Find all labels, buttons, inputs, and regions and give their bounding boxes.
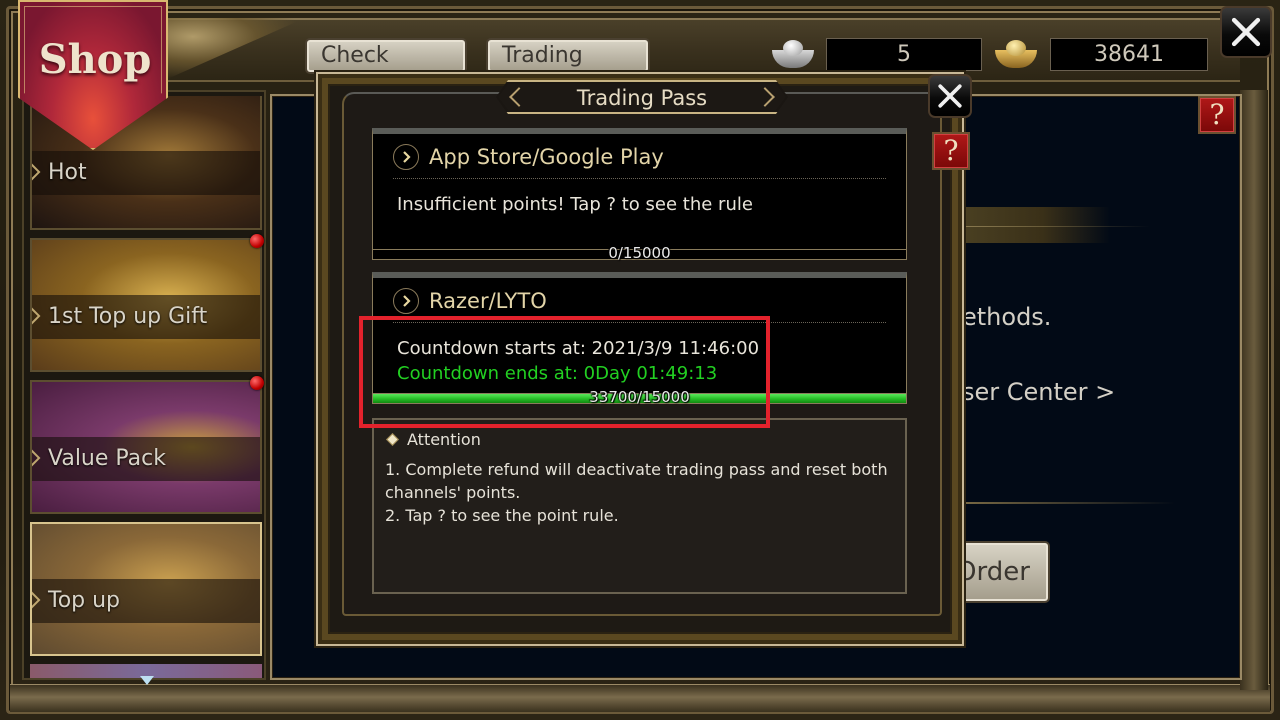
sidebar-item-first-top-up-gift[interactable]: 1st Top up Gift: [30, 238, 262, 372]
shop-help-button[interactable]: ?: [1198, 96, 1236, 134]
sidebar-item-label: Value Pack: [48, 446, 167, 471]
attention-body: 1. Complete refund will deactivate tradi…: [385, 458, 895, 527]
modal-close-button[interactable]: [928, 74, 972, 118]
diamond-bullet-icon: [386, 433, 399, 446]
bg-divider: [960, 502, 1175, 504]
shop-title: Shop: [38, 36, 152, 83]
sidebar-item-value-pack[interactable]: Value Pack: [30, 380, 262, 514]
progress-label: 0/15000: [608, 244, 671, 262]
right-frame-edge: [1240, 90, 1268, 690]
attention-title: Attention: [407, 430, 481, 449]
modal-title: Trading Pass: [576, 86, 708, 110]
channel-message: Insufficient points! Tap ? to see the ru…: [397, 194, 753, 215]
channel-separator: [393, 322, 886, 323]
gold-currency-value: 38641: [1050, 38, 1208, 71]
tab-check-order[interactable]: Check Order: [305, 38, 467, 100]
footer-bar: [10, 684, 1270, 712]
attention-box: Attention 1. Complete refund will deacti…: [372, 418, 907, 594]
sidebar-item-label: Hot: [48, 160, 87, 185]
close-icon: [938, 84, 962, 108]
channel-card-razer: Razer/LYTO Countdown starts at: 2021/3/9…: [372, 272, 907, 406]
channel-card-app-store: App Store/Google Play Insufficient point…: [372, 128, 907, 262]
progress-label: 33700/15000: [589, 388, 690, 406]
notification-badge: [250, 234, 264, 248]
countdown-start-text: Countdown starts at: 2021/3/9 11:46:00: [397, 338, 760, 359]
progress-bar-razer: 33700/15000: [373, 388, 906, 406]
sidebar-item-label: Top up: [48, 588, 121, 613]
chevron-right-icon: [393, 144, 419, 170]
attention-line: 1. Complete refund will deactivate tradi…: [385, 460, 888, 502]
silver-ingot-icon: [770, 38, 816, 70]
bg-section-header: [960, 207, 1110, 243]
channel-title: App Store/Google Play: [429, 145, 664, 169]
progress-bar-app-store: 0/15000: [373, 244, 906, 262]
scroll-down-arrow-icon[interactable]: [140, 676, 154, 685]
shop-sidebar: Hot 1st Top up Gift Value Pack Top up: [22, 90, 266, 685]
channel-title: Razer/LYTO: [429, 289, 547, 313]
tab-trading-pass[interactable]: Trading Pass: [486, 38, 650, 100]
modal-title-bar: Trading Pass: [496, 80, 788, 114]
chevron-right-icon: [393, 288, 419, 314]
sidebar-item-top-up[interactable]: Top up: [30, 522, 262, 656]
attention-line: 2. Tap ? to see the point rule.: [385, 506, 619, 525]
silver-currency-value: 5: [826, 38, 982, 71]
channel-separator: [393, 178, 886, 179]
bg-section-line: [960, 226, 1150, 227]
shop-close-button[interactable]: [1220, 6, 1272, 58]
sidebar-item-label: 1st Top up Gift: [48, 304, 208, 329]
gold-ingot-icon: [993, 38, 1039, 70]
close-icon: [1231, 17, 1261, 47]
countdown-end-text: Countdown ends at: 0Day 01:49:13: [397, 363, 718, 384]
user-center-link[interactable]: ser Center >: [962, 378, 1115, 406]
notification-badge: [250, 376, 264, 390]
modal-help-button[interactable]: ?: [932, 132, 970, 170]
bg-text-methods: ethods.: [962, 303, 1052, 331]
